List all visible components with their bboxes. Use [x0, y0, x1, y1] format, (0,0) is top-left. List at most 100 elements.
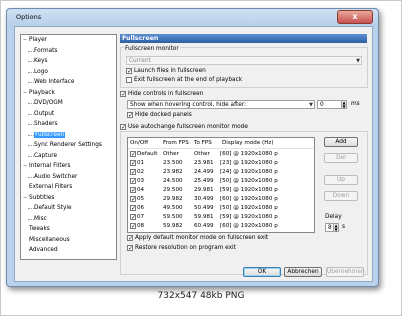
row-checkbox[interactable]: ✓: [130, 169, 136, 176]
title-bar[interactable]: Options x: [7, 9, 378, 25]
cell-to: 50.499: [194, 205, 214, 211]
screenshot-frame: Options x − Player Formats Keys Logo Web Inte…: [0, 0, 402, 316]
col-display-mode[interactable]: Display mode (Hz): [222, 140, 274, 146]
tree-item-label: Player: [29, 37, 48, 43]
tree-item-label: Logo: [34, 68, 48, 75]
row-checkbox[interactable]: ✓: [130, 151, 136, 158]
table-row[interactable]: ✓ 04 29.500 29.981 [59] @ 1920x1080 p: [128, 186, 314, 195]
cell-mode: [50] @ 1920x1080 p: [220, 178, 278, 184]
cell-mode: [60] @ 1920x1080 p: [220, 223, 278, 229]
tree-item[interactable]: Sync Renderer Settings: [28, 142, 102, 148]
tree-item[interactable]: Logo: [28, 68, 48, 75]
tree-item[interactable]: External Filters: [23, 184, 72, 190]
row-checkbox[interactable]: ✓: [130, 160, 136, 167]
cell-mode: [59] @ 1920x1080 p: [220, 214, 278, 220]
ok-button[interactable]: OK: [243, 267, 281, 277]
tree-item-label: Tweaks: [29, 226, 50, 232]
apply-default-checkbox[interactable]: ✓: [127, 235, 133, 242]
tree-item[interactable]: − Internal Filters: [23, 163, 71, 169]
add-button[interactable]: Add: [324, 137, 358, 147]
tree-item[interactable]: Shaders: [28, 121, 58, 127]
tree-item[interactable]: − Player: [23, 37, 47, 43]
cell-from: 23.500: [163, 160, 183, 166]
table-row[interactable]: ✓ 06 49.500 50.499 [50] @ 1920x1080 p: [128, 204, 314, 213]
tree-item[interactable]: Fullscreen: [28, 131, 66, 138]
settings-tree[interactable]: − Player Formats Keys Logo Web Interface − Play…: [20, 34, 117, 260]
table-row[interactable]: ✓ 01 23.500 23.981 [23] @ 1920x1080 p: [128, 159, 314, 168]
cell-from: 29.500: [163, 187, 183, 193]
autochange-checkbox[interactable]: ✓: [120, 124, 126, 131]
close-button[interactable]: x: [337, 10, 373, 24]
tree-connector: [28, 82, 34, 83]
hide-delay-spinner[interactable]: ▲ ▼: [341, 100, 347, 109]
tree-item-label: Subtitles: [29, 194, 55, 201]
hide-controls-label: Hide controls in fullscreen: [128, 91, 204, 97]
table-row[interactable]: ✓ 07 59.500 59.981 [59] @ 1920x1080 p: [128, 213, 314, 222]
cell-to: 59.981: [194, 214, 214, 220]
cell-from: 24.500: [163, 178, 183, 184]
display-mode-list[interactable]: On/Off From FPS To FPS Display mode (Hz)…: [127, 137, 315, 233]
row-checkbox[interactable]: ✓: [130, 178, 136, 185]
tree-item[interactable]: DVD/OGM: [28, 100, 63, 106]
table-row[interactable]: ✓ 05 29.982 30.499 [60] @ 1920x1080 p: [128, 195, 314, 204]
del-button[interactable]: Del: [324, 153, 358, 163]
tree-item[interactable]: Web Interface: [28, 79, 75, 85]
tree-item[interactable]: Output: [28, 111, 54, 117]
delay-spinner[interactable]: ▲ ▼: [333, 223, 339, 232]
monitor-select[interactable]: Current ▼: [126, 56, 362, 65]
tree-item[interactable]: Keys: [28, 58, 48, 64]
col-from-fps[interactable]: From FPS: [163, 140, 189, 146]
tree-connector: [28, 113, 34, 115]
table-row[interactable]: ✓ 03 24.500 25.499 [50] @ 1920x1080 p: [128, 177, 314, 186]
tree-item[interactable]: Default Style: [28, 205, 72, 211]
cell-to: 60.499: [194, 223, 214, 229]
tree-connector: [28, 176, 34, 178]
hide-docked-checkbox[interactable]: ✓: [127, 112, 133, 119]
table-row[interactable]: ✓ 08 59.982 60.499 [60] @ 1920x1080 p: [128, 222, 314, 231]
tree-item[interactable]: − Playback: [23, 90, 55, 96]
tree-item[interactable]: Misc: [28, 216, 47, 222]
window-title: Options: [16, 13, 42, 21]
tree-item-label: Formats: [34, 47, 58, 54]
row-checkbox[interactable]: ✓: [130, 196, 136, 203]
tree-item-label: Keys: [34, 58, 48, 64]
cell-to: 30.499: [194, 196, 214, 202]
exit-fullscreen-checkbox[interactable]: [126, 77, 132, 83]
row-checkbox[interactable]: ✓: [130, 214, 136, 221]
col-to-fps[interactable]: To FPS: [194, 140, 212, 146]
down-button[interactable]: Down: [324, 191, 358, 201]
options-window: Options x − Player Formats Keys Logo Web Inte…: [6, 8, 379, 287]
hide-mode-select[interactable]: Show when hovering control, hide after: …: [127, 100, 315, 109]
tree-item-label: Sync Renderer Settings: [34, 142, 102, 148]
row-checkbox[interactable]: ✓: [130, 205, 136, 212]
hide-mode-value: Show when hovering control, hide after:: [130, 102, 247, 108]
cell-name: 07: [137, 214, 145, 220]
tree-item[interactable]: Capture: [28, 153, 57, 159]
tree-item[interactable]: Miscellaneous: [23, 237, 70, 243]
launch-fullscreen-checkbox[interactable]: ✓: [126, 68, 132, 75]
hide-controls-checkbox[interactable]: ✓: [120, 91, 126, 98]
tree-item-label: Web Interface: [34, 79, 75, 85]
hide-delay-unit: ms: [351, 101, 360, 107]
tree-item[interactable]: Formats: [28, 47, 58, 54]
tree-connector: [28, 61, 34, 62]
tree-item[interactable]: − Subtitles: [23, 195, 54, 201]
cell-from: 59.982: [163, 223, 183, 229]
row-checkbox[interactable]: ✓: [130, 223, 136, 230]
cell-mode: [24] @ 1920x1080 p: [220, 169, 278, 175]
cell-mode: [23] @ 1920x1080 p: [220, 160, 278, 166]
tree-connector: [28, 103, 34, 104]
row-checkbox[interactable]: ✓: [130, 187, 136, 194]
col-onoff[interactable]: On/Off: [130, 140, 148, 146]
restore-resolution-checkbox[interactable]: ✓: [127, 245, 133, 252]
apply-button[interactable]: Übernehmen: [326, 267, 365, 277]
tree-item[interactable]: Advanced: [23, 247, 58, 253]
tree-connector: [28, 124, 34, 125]
up-button[interactable]: Up: [324, 175, 358, 185]
exit-fullscreen-label: Exit fullscreen at the end of playback: [134, 77, 243, 83]
table-row[interactable]: ✓ 02 23.982 24.499 [24] @ 1920x1080 p: [128, 168, 314, 177]
tree-item[interactable]: Tweaks: [23, 226, 50, 232]
table-row[interactable]: ✓ Default Other Other [60] @ 1920x1080 p: [128, 150, 314, 159]
cancel-button[interactable]: Abbrechen: [284, 267, 322, 277]
tree-item[interactable]: Audio Switcher: [28, 174, 77, 180]
